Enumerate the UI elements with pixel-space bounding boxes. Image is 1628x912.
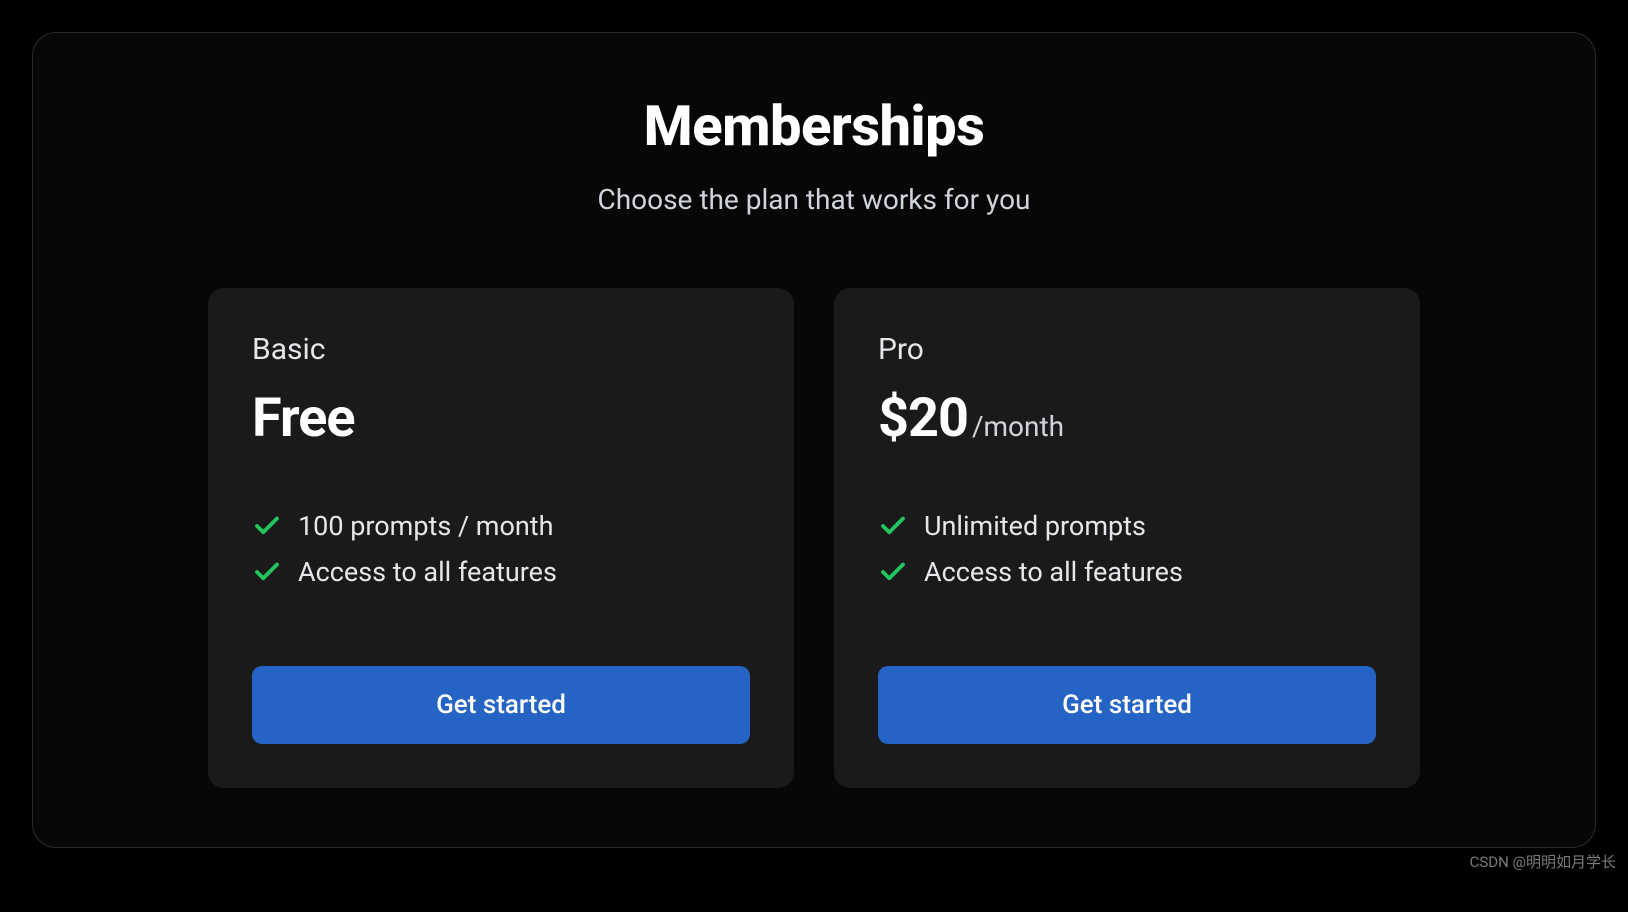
check-icon xyxy=(878,557,908,587)
feature-text: Unlimited prompts xyxy=(924,510,1146,542)
feature-text: Access to all features xyxy=(924,556,1183,588)
plan-price: $20 xyxy=(878,387,968,450)
watermark: CSDN @明明如月学长 xyxy=(1470,851,1616,872)
check-icon xyxy=(252,557,282,587)
plan-period: /month xyxy=(972,410,1064,443)
plan-name: Pro xyxy=(878,332,1376,367)
feature-item: Unlimited prompts xyxy=(878,510,1376,542)
get-started-button-basic[interactable]: Get started xyxy=(252,666,750,744)
plan-price-row: $20 /month xyxy=(878,387,1376,450)
plans-row: Basic Free 100 prompts / month Access to… xyxy=(33,288,1595,788)
feature-item: Access to all features xyxy=(252,556,750,588)
plan-price: Free xyxy=(252,387,355,450)
feature-text: Access to all features xyxy=(298,556,557,588)
plan-name: Basic xyxy=(252,332,750,367)
feature-item: 100 prompts / month xyxy=(252,510,750,542)
plan-card-pro: Pro $20 /month Unlimited prompts Access … xyxy=(834,288,1420,788)
feature-list: Unlimited prompts Access to all features xyxy=(878,510,1376,602)
check-icon xyxy=(878,511,908,541)
page-subtitle: Choose the plan that works for you xyxy=(598,183,1031,216)
feature-text: 100 prompts / month xyxy=(298,510,554,542)
plan-price-row: Free xyxy=(252,387,750,450)
check-icon xyxy=(252,511,282,541)
page-title: Memberships xyxy=(644,93,985,159)
feature-list: 100 prompts / month Access to all featur… xyxy=(252,510,750,602)
get-started-button-pro[interactable]: Get started xyxy=(878,666,1376,744)
feature-item: Access to all features xyxy=(878,556,1376,588)
plan-card-basic: Basic Free 100 prompts / month Access to… xyxy=(208,288,794,788)
membership-container: Memberships Choose the plan that works f… xyxy=(32,32,1596,848)
